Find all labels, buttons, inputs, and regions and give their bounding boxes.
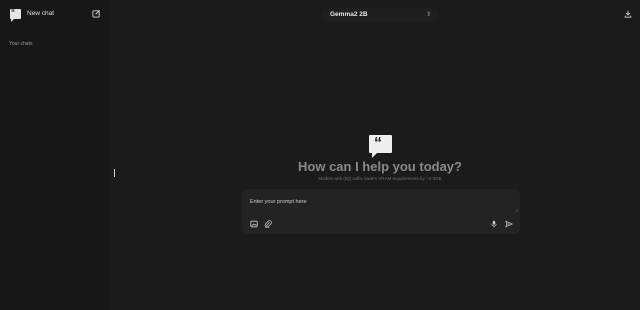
model-selector[interactable]: Gemma2 2B ⇕ [322,8,438,22]
welcome-title: How can I help you today? [298,159,462,174]
paperclip-icon[interactable] [263,219,272,228]
model-name: Gemma2 2B [330,11,368,18]
send-icon[interactable] [504,219,513,228]
sidebar: “ New chat Your chats [0,0,109,310]
download-icon[interactable] [624,10,632,18]
welcome-subtitle: Models with (IQ) suffix lowers VRAM requ… [318,176,442,181]
microphone-icon[interactable] [489,219,498,228]
sidebar-resize-handle[interactable] [114,169,115,177]
image-icon[interactable] [249,219,258,228]
your-chats-heading: Your chats [9,41,33,47]
prompt-composer [242,189,520,234]
quote-icon[interactable]: “ [10,8,21,22]
quote-icon: “ [369,135,392,158]
edit-icon[interactable] [92,9,101,18]
new-chat-label[interactable]: New chat [27,10,54,17]
chevron-up-down-icon: ⇕ [426,12,432,18]
resize-grip-icon[interactable] [515,209,518,212]
prompt-input[interactable] [250,197,500,207]
